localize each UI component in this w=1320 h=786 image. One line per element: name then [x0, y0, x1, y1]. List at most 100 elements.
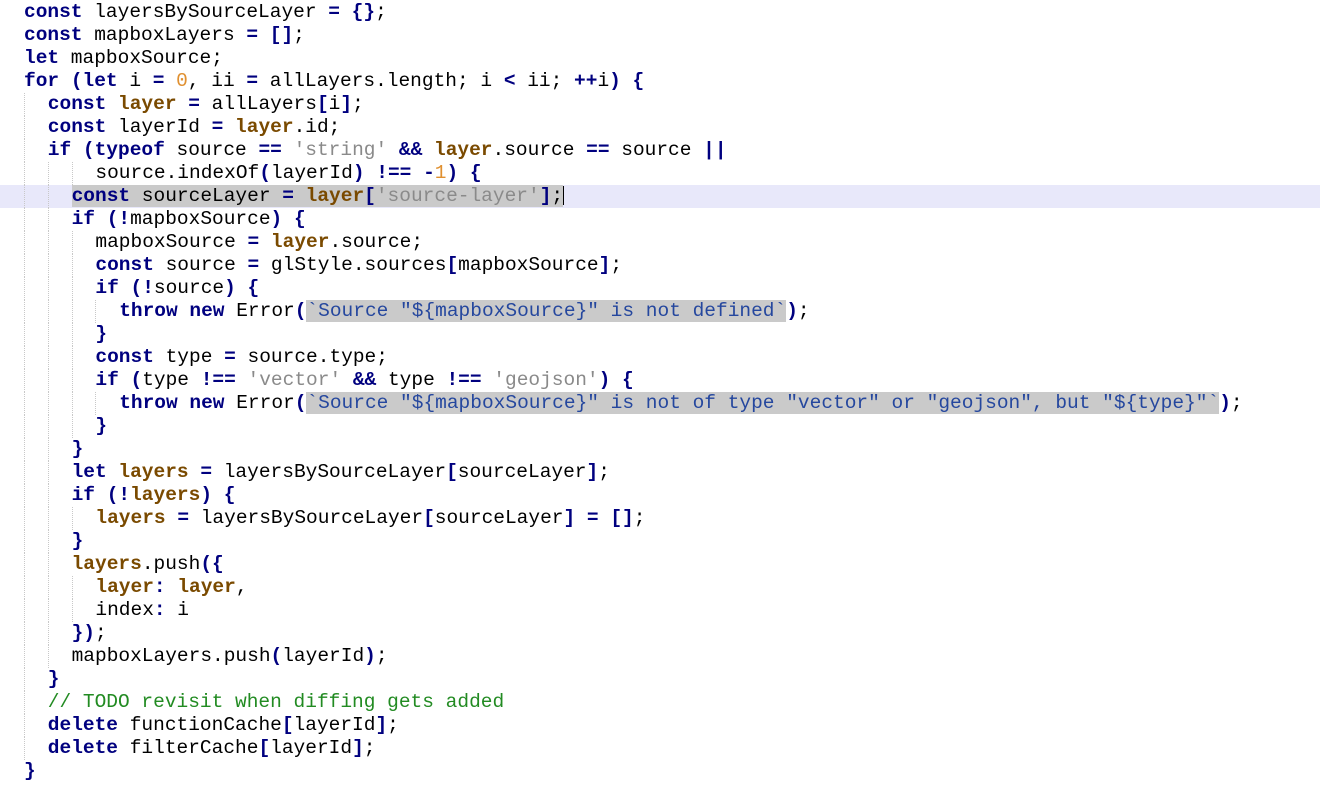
code-token: source	[153, 254, 248, 276]
code-line[interactable]: const layerId = layer.id;	[0, 116, 1320, 139]
indent-guide	[47, 645, 49, 668]
code-line[interactable]: throw new Error(`Source "${mapboxSource}…	[0, 300, 1320, 323]
code-line[interactable]: layers.push({	[0, 553, 1320, 576]
code-line[interactable]: source.indexOf(layerId) !== -1) {	[0, 162, 1320, 185]
code-text: }	[95, 323, 107, 346]
code-token: layers	[95, 507, 166, 529]
code-token: )	[1219, 392, 1231, 414]
code-token: layerId	[293, 714, 376, 736]
code-line[interactable]: const type = source.type;	[0, 346, 1320, 369]
code-token: layer	[434, 139, 493, 161]
code-line[interactable]: }	[0, 415, 1320, 438]
code-line[interactable]: let layers = layersBySourceLayer[sourceL…	[0, 461, 1320, 484]
code-token: !==	[200, 369, 236, 391]
code-token: -	[423, 162, 435, 184]
indent-guide	[47, 369, 49, 392]
code-line[interactable]: if (type !== 'vector' && type !== 'geojs…	[0, 369, 1320, 392]
code-token: layerId	[282, 645, 365, 667]
indent-guide	[47, 231, 49, 254]
code-line[interactable]: layers = layersBySourceLayer[sourceLayer…	[0, 507, 1320, 530]
code-line[interactable]: delete functionCache[layerId];	[0, 714, 1320, 737]
code-line[interactable]: for (let i = 0, ii = allLayers.length; i…	[0, 70, 1320, 93]
code-token: ++	[574, 70, 598, 92]
code-line[interactable]: }	[0, 530, 1320, 553]
code-text: throw new Error(`Source "${mapboxSource}…	[119, 392, 1243, 415]
code-line[interactable]: const layersBySourceLayer = {};	[0, 1, 1320, 24]
code-token: const	[47, 116, 107, 138]
code-line[interactable]: throw new Error(`Source "${mapboxSource}…	[0, 392, 1320, 415]
code-line[interactable]: if (!source) {	[0, 277, 1320, 300]
code-token: throw	[119, 300, 178, 322]
code-token: )	[270, 208, 283, 230]
code-text: let mapboxSource;	[24, 47, 223, 70]
code-token: source.type	[235, 346, 377, 368]
indent-guide	[24, 415, 25, 438]
indent-guide	[24, 737, 25, 760]
code-token: layer	[177, 576, 236, 598]
code-line[interactable]: }	[0, 760, 1320, 783]
code-token: (!	[130, 277, 154, 299]
indent-guide	[71, 277, 73, 300]
code-token: ;	[411, 231, 424, 253]
code-token: i	[117, 70, 153, 92]
code-token: )	[786, 300, 798, 322]
code-line[interactable]: if (typeof source == 'string' && layer.s…	[0, 139, 1320, 162]
code-text: if (typeof source == 'string' && layer.s…	[48, 139, 727, 162]
code-token: &&	[398, 139, 423, 161]
indent-guide	[24, 484, 25, 507]
code-line[interactable]: const mapboxLayers = [];	[0, 24, 1320, 47]
code-line[interactable]: mapboxLayers.push(layerId);	[0, 645, 1320, 668]
code-token: })	[71, 622, 95, 644]
code-line[interactable]: }	[0, 438, 1320, 461]
indent-guide	[71, 392, 73, 415]
code-token: 1	[434, 162, 447, 184]
indent-guide	[24, 254, 25, 277]
code-token: )	[609, 70, 621, 92]
code-token: =	[246, 70, 259, 92]
code-token: !==	[376, 162, 412, 184]
code-line[interactable]: const source = glStyle.sources[mapboxSou…	[0, 254, 1320, 277]
code-line[interactable]: mapboxSource = layer.source;	[0, 231, 1320, 254]
code-token: ]	[352, 737, 364, 759]
code-editor[interactable]: const layersBySourceLayer = {}; const map…	[0, 0, 1320, 786]
code-token: ;	[598, 461, 610, 483]
code-token: }	[95, 323, 108, 345]
code-token: :	[153, 576, 166, 598]
code-token: delete	[47, 714, 119, 736]
code-token: const	[95, 254, 154, 276]
indent-guide	[47, 438, 49, 461]
code-line[interactable]: // TODO revisit when diffing gets added	[0, 691, 1320, 714]
code-line[interactable]: const sourceLayer = layer['source-layer'…	[0, 185, 1320, 208]
code-token: i	[328, 93, 341, 115]
code-token: if	[71, 208, 95, 230]
code-token: ;	[375, 645, 388, 667]
code-line[interactable]: if (!layers) {	[0, 484, 1320, 507]
code-line[interactable]: if (!mapboxSource) {	[0, 208, 1320, 231]
code-token: mapboxLayers.push	[71, 645, 271, 667]
code-token: delete	[47, 737, 119, 759]
code-token: type	[376, 369, 447, 391]
indent-guide	[24, 622, 25, 645]
code-line[interactable]: const layer = allLayers[i];	[0, 93, 1320, 116]
code-line[interactable]: }	[0, 323, 1320, 346]
code-token: layer	[235, 116, 294, 138]
code-line[interactable]: index: i	[0, 599, 1320, 622]
code-token: )	[200, 484, 213, 506]
code-token: sourceLayer	[434, 507, 564, 529]
code-line[interactable]: }	[0, 668, 1320, 691]
code-token: }	[24, 760, 36, 782]
indent-guide	[24, 714, 25, 737]
code-line[interactable]: });	[0, 622, 1320, 645]
indent-guide	[47, 507, 49, 530]
code-line[interactable]: let mapboxSource;	[0, 47, 1320, 70]
code-token: )	[224, 277, 236, 299]
code-token: mapboxSource	[130, 208, 271, 230]
code-line[interactable]: layer: layer,	[0, 576, 1320, 599]
code-line[interactable]: delete filterCache[layerId];	[0, 737, 1320, 760]
